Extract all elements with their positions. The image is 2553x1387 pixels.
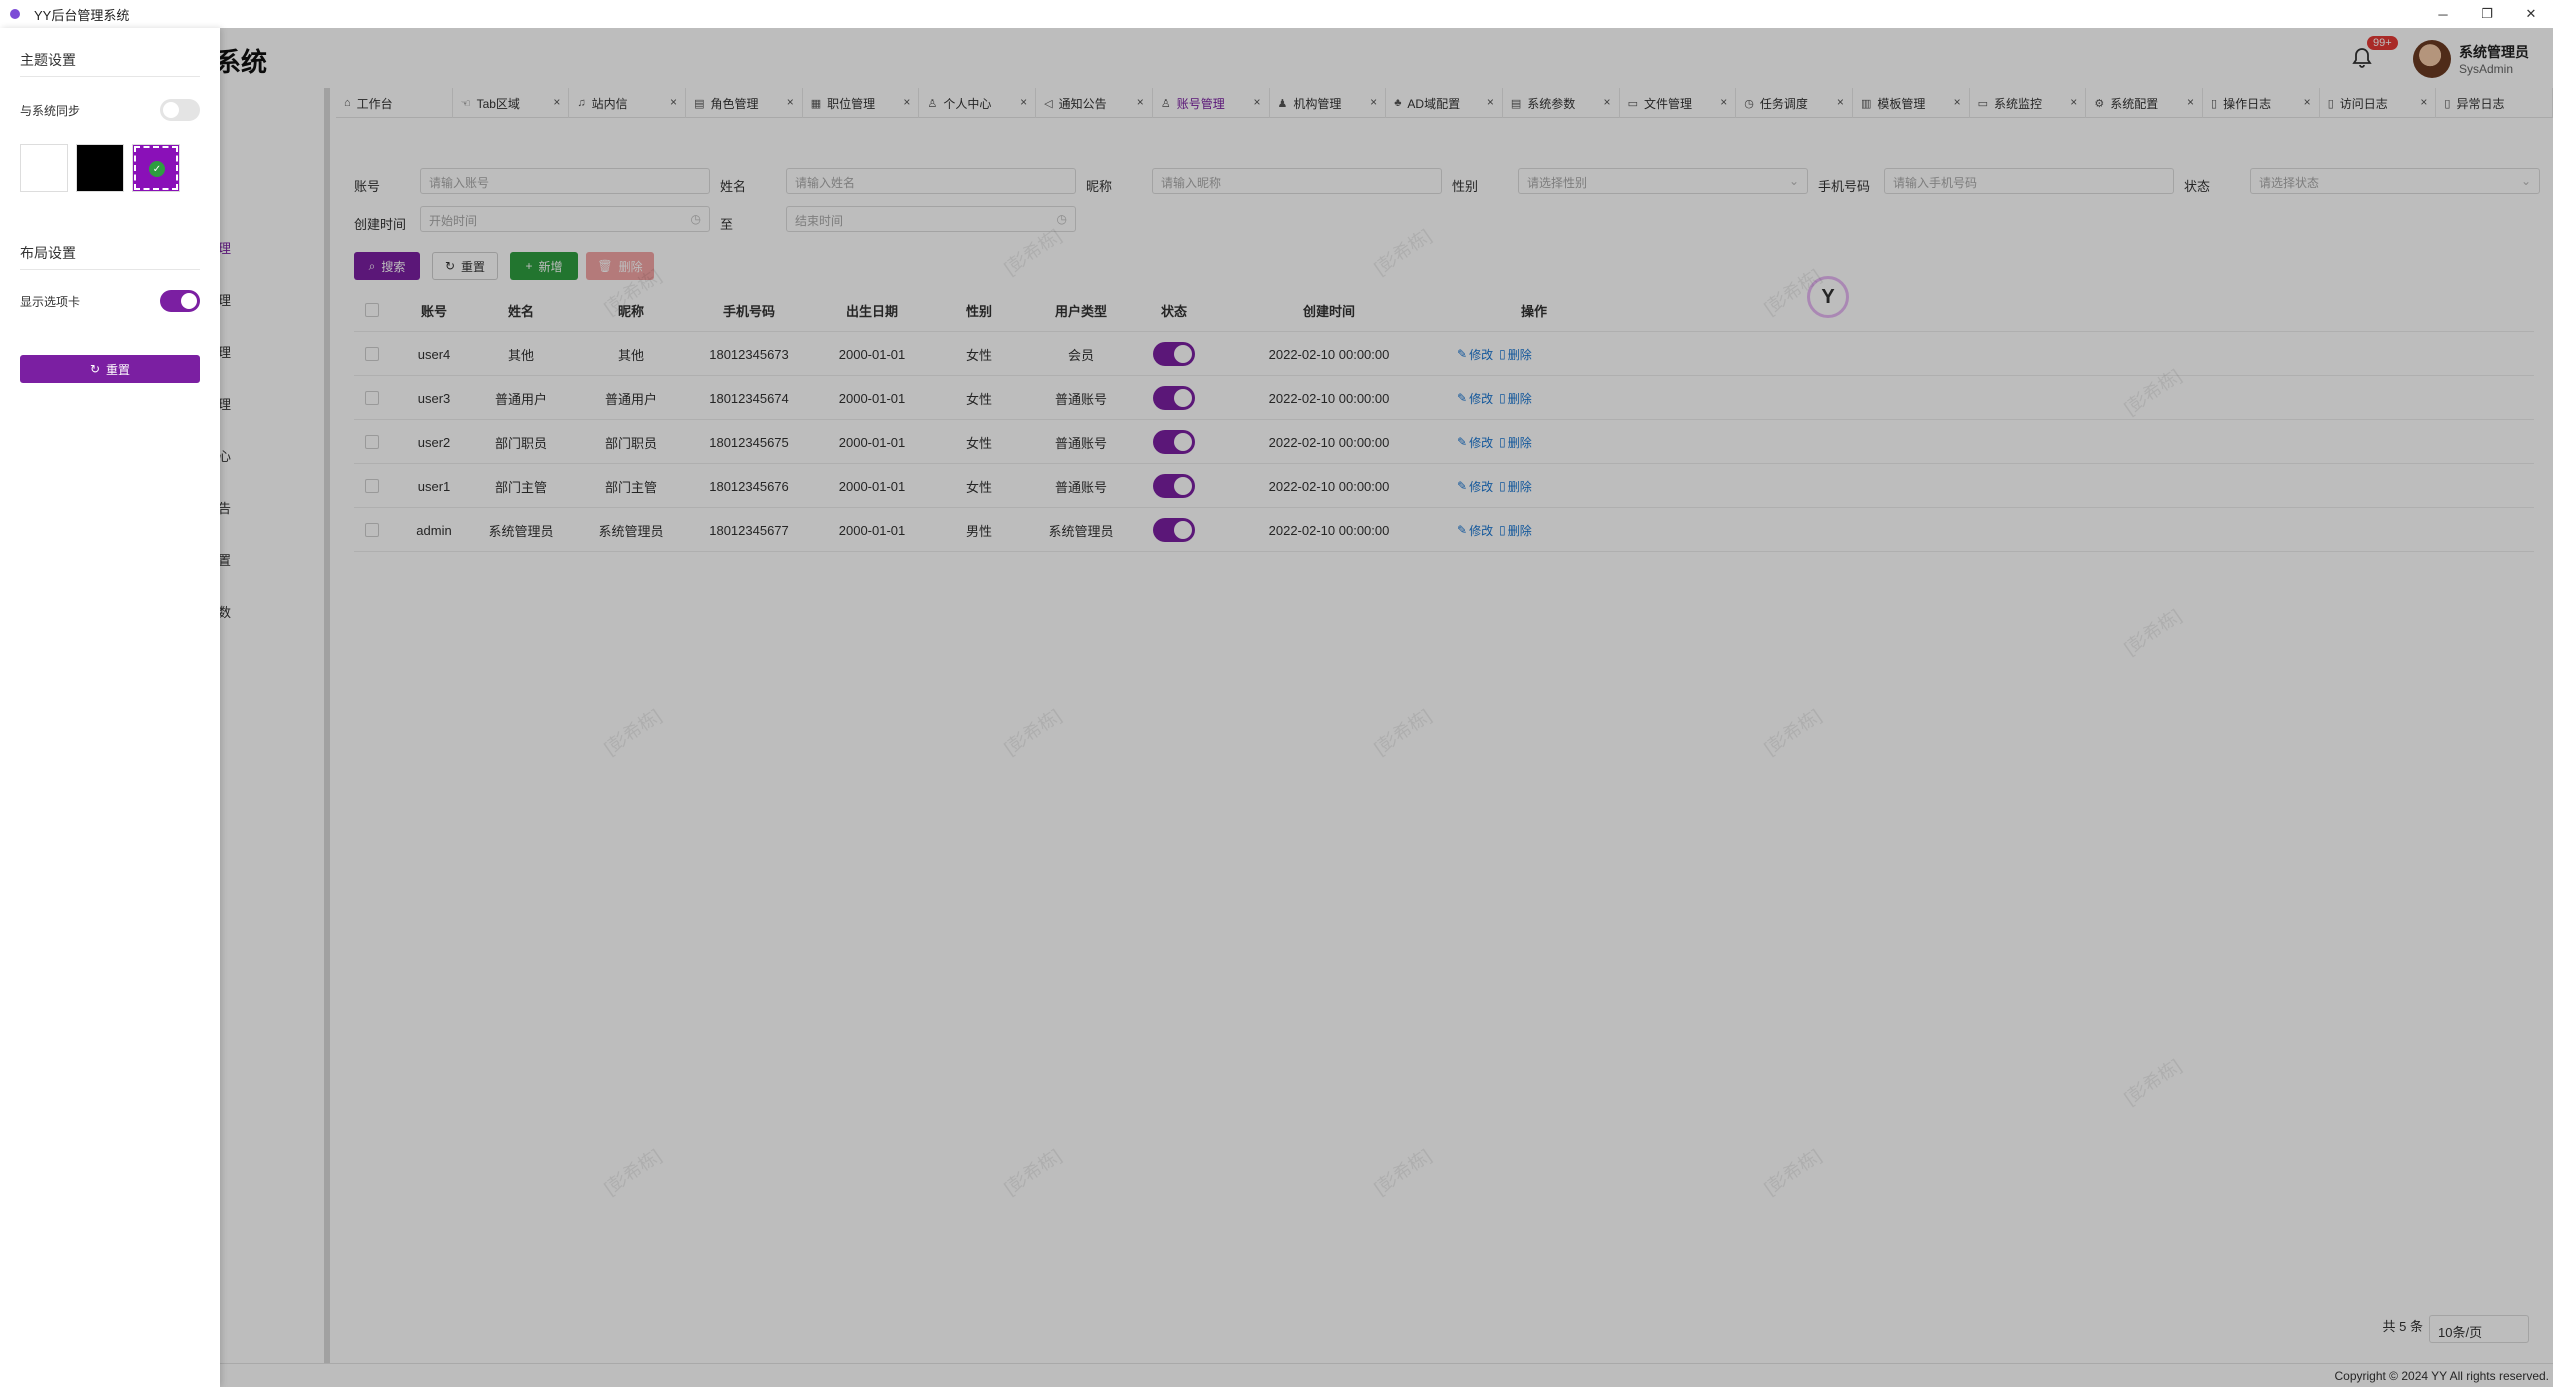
restore-icon[interactable]: ❐ bbox=[2465, 0, 2509, 28]
theme-swatch-purple[interactable]: ✓ bbox=[132, 144, 180, 192]
check-icon: ✓ bbox=[149, 161, 165, 177]
app-icon bbox=[10, 9, 20, 19]
theme-swatch-white[interactable] bbox=[20, 144, 68, 192]
sync-system-label: 与系统同步 bbox=[20, 104, 81, 118]
close-icon[interactable]: ✕ bbox=[2509, 0, 2553, 28]
divider bbox=[20, 76, 200, 77]
theme-settings-title: 主题设置 bbox=[20, 52, 76, 68]
minimize-icon[interactable]: ─ bbox=[2421, 0, 2465, 28]
window-title: YY后台管理系统 bbox=[34, 7, 130, 23]
show-tabs-toggle[interactable] bbox=[160, 290, 200, 312]
settings-drawer: 主题设置 与系统同步 ✓ 布局设置 显示选项卡 ↻ 重置 bbox=[0, 28, 220, 1387]
drawer-reset-button[interactable]: ↻ 重置 bbox=[20, 355, 200, 383]
layout-settings-title: 布局设置 bbox=[20, 245, 76, 261]
refresh-icon: ↻ bbox=[89, 362, 101, 376]
drawer-reset-label: 重置 bbox=[106, 362, 131, 377]
drawer-backdrop[interactable] bbox=[220, 28, 2553, 1387]
show-tabs-label: 显示选项卡 bbox=[20, 295, 81, 309]
sync-system-toggle[interactable] bbox=[160, 99, 200, 121]
window-titlebar: YY后台管理系统 ─ ❐ ✕ bbox=[0, 0, 2553, 28]
window-controls: ─ ❐ ✕ bbox=[2421, 0, 2553, 28]
divider bbox=[20, 269, 200, 270]
theme-swatch-black[interactable] bbox=[76, 144, 124, 192]
